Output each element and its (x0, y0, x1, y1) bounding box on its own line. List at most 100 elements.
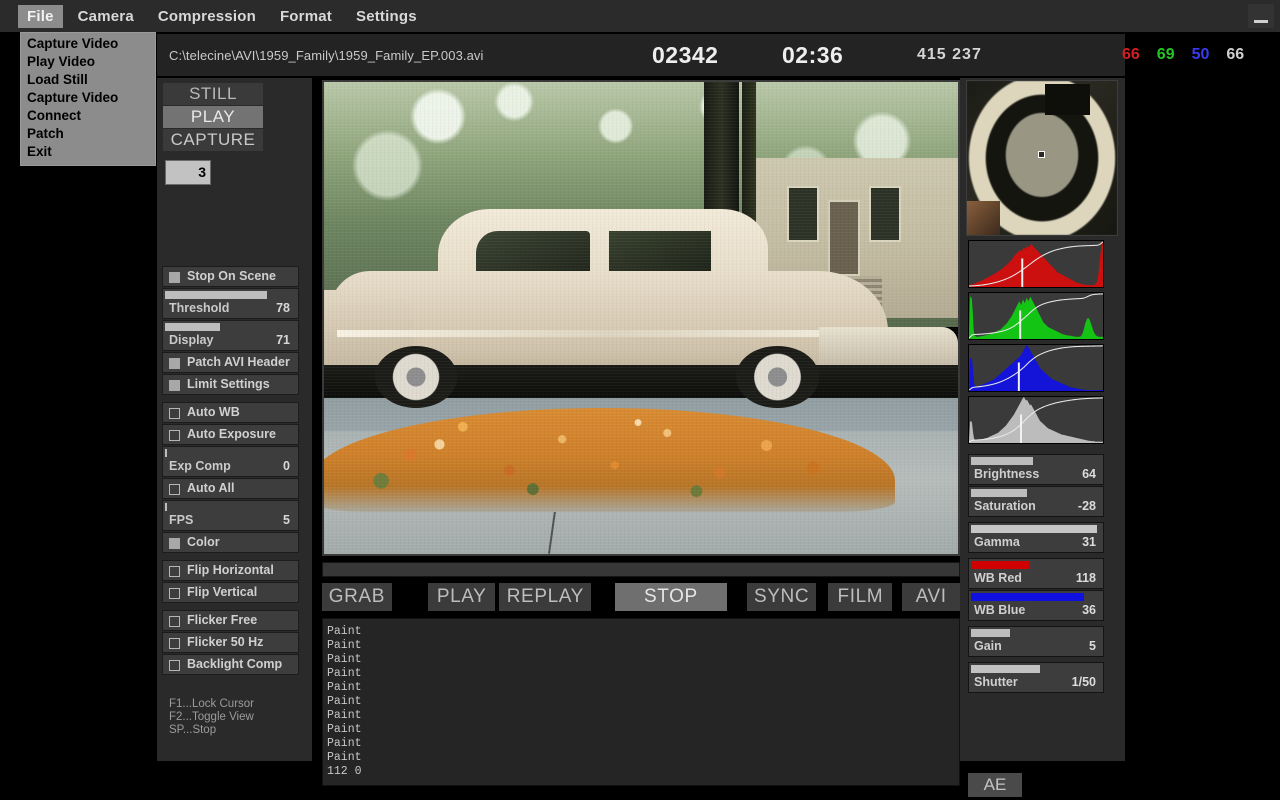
menu-item-capture-video-2[interactable]: Capture Video (21, 89, 155, 107)
slider-track (971, 561, 1101, 569)
log-line: Paint (327, 625, 362, 638)
sync-button[interactable]: SYNC (746, 583, 817, 611)
rgb-readout: 66 69 50 66 (1122, 46, 1244, 64)
slider-track (971, 629, 1101, 637)
slider-saturation[interactable]: Saturation -28 (968, 486, 1104, 517)
menu-file[interactable]: File (18, 4, 63, 28)
video-frame-image (324, 82, 958, 554)
scene-detect-group: Stop On Scene Threshold 78 Display 71 Pa… (162, 266, 299, 395)
control-label: Shutter (974, 675, 1018, 689)
checkbox-flip-vertical[interactable]: Flip Vertical (162, 582, 299, 603)
slider-threshold[interactable]: Threshold 78 (162, 288, 299, 319)
control-label: Threshold (169, 301, 230, 315)
slider-display[interactable]: Display 71 (162, 320, 299, 351)
checkbox-icon (169, 538, 180, 549)
minimize-icon[interactable] (1248, 4, 1274, 28)
control-value: 64 (1082, 467, 1096, 481)
control-value: 1/50 (1071, 675, 1096, 689)
control-label: Flicker 50 Hz (187, 635, 264, 649)
menu-item-play-video[interactable]: Play Video (21, 53, 155, 71)
slider-wb-blue[interactable]: WB Blue 36 (968, 590, 1104, 621)
control-label: Gain (974, 639, 1002, 653)
control-label: Stop On Scene (187, 269, 276, 283)
control-value: 36 (1082, 603, 1096, 617)
slider-track (971, 593, 1101, 601)
menu-settings[interactable]: Settings (347, 5, 426, 28)
control-label: Exp Comp (169, 459, 231, 473)
slider-track (971, 665, 1101, 673)
video-preview[interactable] (322, 80, 960, 556)
menu-item-load-still[interactable]: Load Still (21, 71, 155, 89)
mode-play-button[interactable]: PLAY (163, 106, 263, 128)
control-value: 31 (1082, 535, 1096, 549)
menu-compression[interactable]: Compression (149, 5, 265, 28)
control-label: WB Blue (974, 603, 1026, 617)
log-line: Paint (327, 639, 362, 652)
transport-controls: GRAB PLAY REPLAY STOP SYNC FILM AVI (322, 582, 960, 612)
mode-button-group: STILL PLAY CAPTURE (163, 83, 263, 152)
slider-track (971, 489, 1101, 497)
checkbox-limit-settings[interactable]: Limit Settings (162, 374, 299, 395)
grab-button[interactable]: GRAB (322, 583, 392, 611)
image-adjust-sliders: Brightness 64 Saturation -28 Gamma 31 WB… (968, 454, 1104, 694)
log-line: Paint (327, 681, 362, 694)
cursor-coordinates: 415 237 (917, 46, 982, 63)
slider-wb-red[interactable]: WB Red 118 (968, 558, 1104, 589)
checkbox-flip-horizontal[interactable]: Flip Horizontal (162, 560, 299, 581)
slider-track (971, 525, 1101, 533)
checkbox-patch-avi-header[interactable]: Patch AVI Header (162, 352, 299, 373)
menu-camera[interactable]: Camera (69, 5, 143, 28)
slider-track (165, 291, 296, 299)
control-value: 5 (283, 513, 290, 527)
hotkey-hints: F1...Lock Cursor F2...Toggle View SP...S… (169, 698, 254, 736)
slider-brightness[interactable]: Brightness 64 (968, 454, 1104, 485)
slider-track (165, 323, 296, 331)
play-button[interactable]: PLAY (427, 583, 496, 611)
frame-count-input[interactable]: 3 (165, 160, 211, 185)
avi-button[interactable]: AVI (902, 583, 960, 611)
slider-fps[interactable]: FPS 5 (162, 500, 299, 531)
histogram-luma (968, 396, 1104, 444)
ae-button[interactable]: AE (968, 773, 1022, 797)
left-control-panel: STILL PLAY CAPTURE 3 Stop On Scene Thres… (157, 78, 312, 761)
slider-exp-comp[interactable]: Exp Comp 0 (162, 446, 299, 477)
checkbox-icon (169, 616, 180, 627)
checkbox-backlight-comp[interactable]: Backlight Comp (162, 654, 299, 675)
film-button[interactable]: FILM (828, 583, 893, 611)
checkbox-flicker-50hz[interactable]: Flicker 50 Hz (162, 632, 299, 653)
control-label: WB Red (974, 571, 1022, 585)
menu-bar: File Camera Compression Format Settings (0, 0, 1280, 32)
slider-gamma[interactable]: Gamma 31 (968, 522, 1104, 553)
menu-item-patch[interactable]: Patch (21, 125, 155, 143)
control-label: Display (169, 333, 214, 347)
checkbox-auto-all[interactable]: Auto All (162, 478, 299, 499)
checkbox-flicker-free[interactable]: Flicker Free (162, 610, 299, 631)
checkbox-stop-on-scene[interactable]: Stop On Scene (162, 266, 299, 287)
slider-shutter[interactable]: Shutter 1/50 (968, 662, 1104, 693)
stop-button[interactable]: STOP (615, 583, 727, 611)
log-line: Paint (327, 737, 362, 750)
playback-seek-bar[interactable] (322, 562, 960, 577)
mode-capture-button[interactable]: CAPTURE (163, 129, 263, 151)
status-bar: C:\telecine\AVI\1959_Family\1959_Family_… (157, 34, 1244, 76)
rgb-blue-value: 50 (1191, 46, 1210, 63)
checkbox-icon (169, 638, 180, 649)
log-console[interactable]: Paint Paint Paint Paint Paint Paint Pain… (322, 618, 960, 786)
menu-item-capture-video[interactable]: Capture Video (21, 35, 155, 53)
menu-item-connect[interactable]: Connect (21, 107, 155, 125)
replay-button[interactable]: REPLAY (499, 583, 592, 611)
histogram-red (968, 240, 1104, 288)
mode-still-button[interactable]: STILL (163, 83, 263, 105)
checkbox-auto-exposure[interactable]: Auto Exposure (162, 424, 299, 445)
histogram-blue (968, 344, 1104, 392)
log-line: Paint (327, 653, 362, 666)
menu-format[interactable]: Format (271, 5, 341, 28)
pixel-magnifier[interactable] (966, 80, 1118, 236)
rgb-green-value: 69 (1156, 46, 1175, 63)
checkbox-color[interactable]: Color (162, 532, 299, 553)
log-line: Paint (327, 667, 362, 680)
slider-gain[interactable]: Gain 5 (968, 626, 1104, 657)
checkbox-auto-wb[interactable]: Auto WB (162, 402, 299, 423)
file-menu-dropdown: Capture Video Play Video Load Still Capt… (20, 32, 156, 166)
menu-item-exit[interactable]: Exit (21, 143, 155, 161)
